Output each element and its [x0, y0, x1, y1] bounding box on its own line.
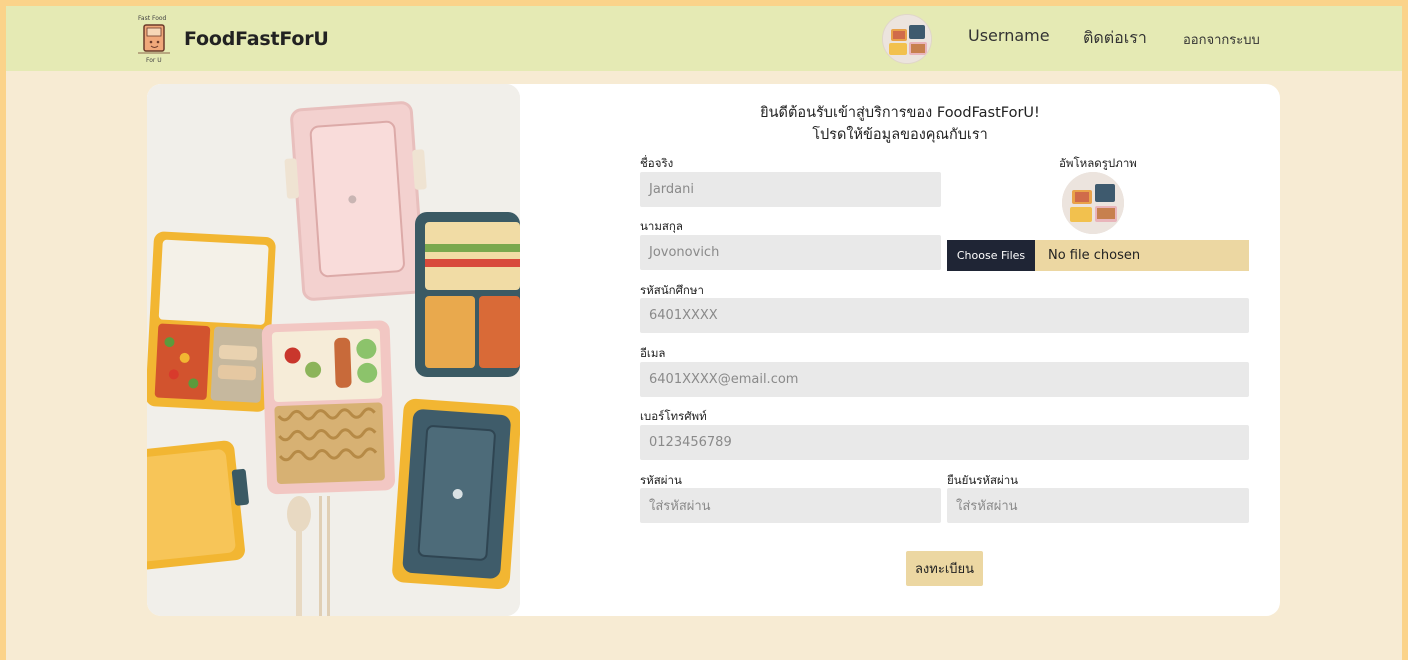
choose-files-button[interactable]: Choose Files [947, 240, 1035, 271]
first-name-label: ชื่อจริง [640, 156, 674, 170]
upload-preview-avatar [1062, 172, 1124, 234]
file-upload[interactable]: Choose Files No file chosen [947, 240, 1249, 271]
register-button[interactable]: ลงทะเบียน [906, 551, 983, 586]
upload-label: อัพโหลดรูปภาพ [1059, 156, 1137, 170]
nav-logout-link[interactable]: ออกจากระบบ [1183, 29, 1260, 50]
email-input[interactable]: 6401XXXX@email.com [640, 362, 1249, 397]
last-name-input[interactable]: Jovonovich [640, 235, 941, 270]
welcome-heading: ยินดีต้อนรับเข้าสู่บริการของ FoodFastFor… [760, 105, 1040, 121]
phone-label: เบอร์โทรศัพท์ [640, 409, 707, 423]
password-input[interactable]: ใส่รหัสผ่าน [640, 488, 941, 523]
brand[interactable]: Fast Food For U FoodFastForU [132, 12, 329, 66]
first-name-input[interactable]: Jardani [640, 172, 941, 207]
lunchbox-photo [147, 84, 520, 616]
logo-top-text: Fast Food [138, 15, 167, 22]
confirm-password-input[interactable]: ใส่รหัสผ่าน [947, 488, 1249, 523]
logo-icon: Fast Food For U [132, 12, 178, 66]
last-name-label: นามสกุล [640, 219, 683, 233]
email-label: อีเมล [640, 346, 666, 360]
brand-name[interactable]: FoodFastForU [184, 28, 329, 50]
user-avatar[interactable] [882, 14, 932, 64]
student-id-input[interactable]: 6401XXXX [640, 298, 1249, 333]
nav-contact-link[interactable]: ติดต่อเรา [1083, 26, 1147, 51]
phone-input[interactable]: 0123456789 [640, 425, 1249, 460]
logo-bottom-text: For U [146, 57, 162, 64]
file-status: No file chosen [1048, 248, 1141, 263]
navbar: Fast Food For U FoodFastForU Username ติ… [6, 6, 1402, 71]
welcome-subtitle: โปรดให้ข้อมูลของคุณกับเรา [812, 127, 988, 143]
nav-username-link[interactable]: Username [968, 26, 1050, 45]
